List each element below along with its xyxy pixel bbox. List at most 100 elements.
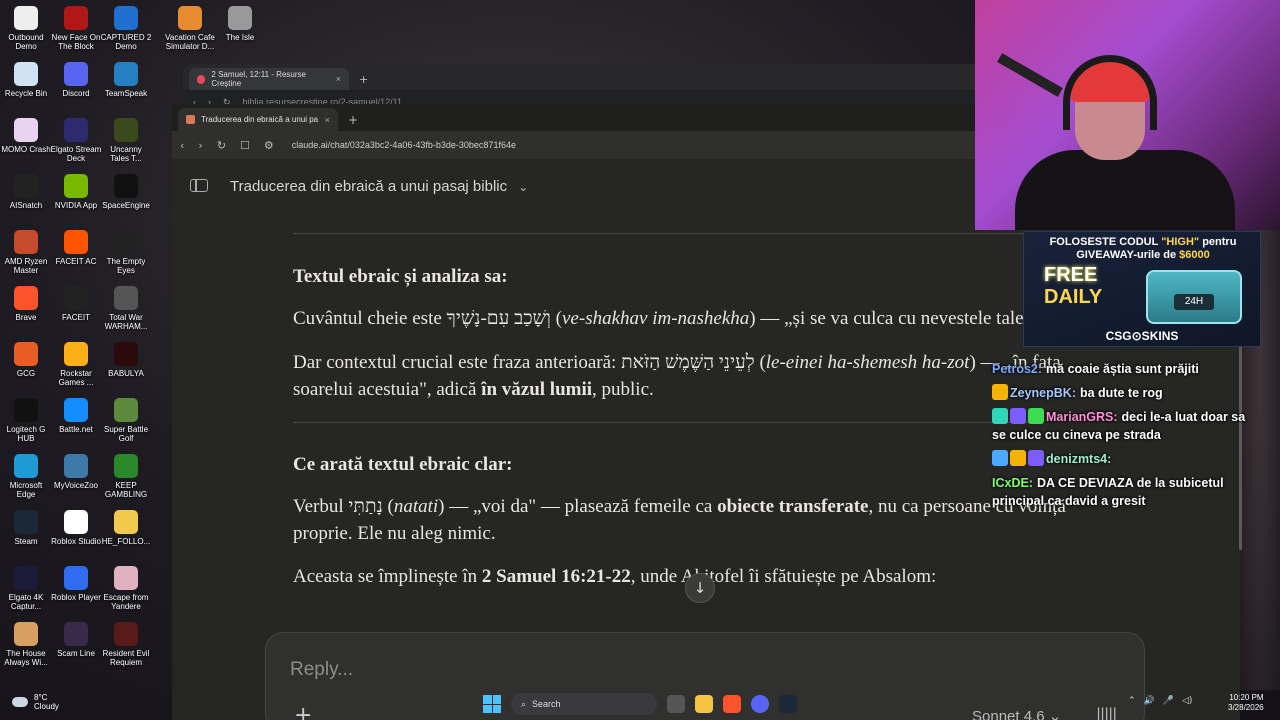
desktop-icon-label: Discord xyxy=(62,89,90,98)
bold-text: 2 Samuel 16:21-22 xyxy=(481,566,631,587)
chat-username: ZeynepBK: xyxy=(1010,386,1076,400)
desktop-icon-label: Total War WARHAM... xyxy=(104,313,148,331)
app-icon xyxy=(14,6,38,30)
desktop-icon-label: HE_FOLLO... xyxy=(101,537,151,546)
desktop-icon[interactable]: Vacation Cafe Simulator D... xyxy=(164,6,216,51)
bookmark-icon[interactable]: ☐ xyxy=(240,139,250,152)
steam-icon[interactable] xyxy=(779,695,797,713)
speaker-icon[interactable]: 🔊 xyxy=(1144,696,1155,706)
desktop-icon[interactable]: The House Always Wi... xyxy=(0,622,52,667)
desktop-icon[interactable]: HE_FOLLO... xyxy=(100,510,152,546)
desktop-icon[interactable]: SpaceEngine xyxy=(100,174,152,210)
chevron-up-icon[interactable]: ⌃ xyxy=(1128,696,1136,706)
text-run: Verbul xyxy=(293,496,349,517)
back-new-tab-icon[interactable]: + xyxy=(349,73,378,90)
tab-claude-chat[interactable]: Traducerea din ebraică a unui pa × xyxy=(178,108,338,131)
desktop-icon-label: Brave xyxy=(15,313,37,322)
brave-icon[interactable] xyxy=(723,695,741,713)
taskbar-search[interactable]: ⌕ Search xyxy=(511,693,657,715)
windows-start-icon[interactable] xyxy=(483,695,501,713)
chat-badge-icon xyxy=(1010,408,1026,424)
desktop-icon[interactable]: BABULYA xyxy=(100,342,152,378)
desktop-icon[interactable]: Super Battle Golf xyxy=(100,398,152,443)
desktop-icon-label: The House Always Wi... xyxy=(4,649,48,667)
app-icon xyxy=(14,118,38,142)
sidebar-toggle-icon[interactable] xyxy=(190,178,208,192)
desktop-icon[interactable]: Escape from Yandere xyxy=(100,566,152,611)
ad-daily: DAILY xyxy=(1044,286,1103,308)
desktop-icon[interactable]: Uncanny Tales T... xyxy=(100,118,152,163)
desktop-icon[interactable]: Elgato 4K Captur... xyxy=(0,566,52,611)
reply-input[interactable] xyxy=(290,659,890,681)
desktop-icon[interactable]: Roblox Player xyxy=(50,566,102,602)
ad-amount: $6000 xyxy=(1179,249,1210,261)
desktop-icon[interactable]: AMD Ryzen Master xyxy=(0,230,52,275)
desktop-icon-label: New Face On The Block xyxy=(51,33,101,51)
desktop-icon[interactable]: Scam Line xyxy=(50,622,102,658)
desktop-icon[interactable]: KEEP GAMBLING xyxy=(100,454,152,499)
close-tab-icon[interactable]: × xyxy=(336,74,341,84)
desktop-icon-label: GCG xyxy=(16,369,36,378)
desktop-icon-label: AISnatch xyxy=(9,201,43,210)
reload-icon[interactable]: ↻ xyxy=(217,139,226,152)
desktop-icon[interactable]: AISnatch xyxy=(0,174,52,210)
file-explorer-icon[interactable] xyxy=(695,695,713,713)
microphone-icon[interactable]: 🎤 xyxy=(1163,696,1174,706)
desktop-icon[interactable]: Roblox Studio xyxy=(50,510,102,546)
app-icon xyxy=(64,286,88,310)
conversation-title-button[interactable]: Traducerea din ebraică a unui pasaj bibl… xyxy=(230,176,528,195)
desktop-icon[interactable]: The Isle xyxy=(214,6,266,42)
desktop-icon[interactable]: Steam xyxy=(0,510,52,546)
desktop-icon[interactable]: MyVoiceZoo xyxy=(50,454,102,490)
desktop-icon-label: Elgato Stream Deck xyxy=(50,145,102,163)
desktop-icon[interactable]: New Face On The Block xyxy=(50,6,102,51)
tab-title: Traducerea din ebraică a unui pa xyxy=(201,115,319,124)
close-tab-icon[interactable]: × xyxy=(325,115,330,125)
back-arrow-icon[interactable]: ‹ xyxy=(180,139,184,152)
weather-widget[interactable]: 8°C Cloudy xyxy=(12,693,59,711)
url-field[interactable]: claude.ai/chat/032a3bc2-4a06-43fb-b3de-3… xyxy=(292,140,516,150)
transliteration: le-einei ha-shemesh ha-zot xyxy=(765,352,970,373)
desktop-icon[interactable]: Logitech G HUB xyxy=(0,398,52,443)
desktop-icon[interactable]: FACEIT AC xyxy=(50,230,102,266)
desktop-icon[interactable]: Brave xyxy=(0,286,52,322)
desktop-icon[interactable]: Elgato Stream Deck xyxy=(50,118,102,163)
site-info-icon[interactable]: ⚙ xyxy=(264,139,274,152)
desktop-icon-label: Resident Evil Requiem xyxy=(102,649,150,667)
desktop-icon[interactable]: MOMO Crash xyxy=(0,118,52,154)
discord-icon[interactable] xyxy=(751,695,769,713)
app-icon xyxy=(114,6,138,30)
task-view-icon[interactable] xyxy=(667,695,685,713)
volume-icon[interactable]: ◁) xyxy=(1182,696,1192,706)
desktop-icon[interactable]: Battle.net xyxy=(50,398,102,434)
section-heading: Textul ebraic și analiza sa: xyxy=(293,266,508,287)
temperature: 8°C xyxy=(34,693,48,702)
desktop-icon[interactable]: Resident Evil Requiem xyxy=(100,622,152,667)
desktop-icon[interactable]: Rockstar Games ... xyxy=(50,342,102,387)
paragraph-context: Dar contextul crucial este fraza anterio… xyxy=(293,349,1073,403)
app-icon xyxy=(64,342,88,366)
desktop-icon[interactable]: Total War WARHAM... xyxy=(100,286,152,331)
new-tab-icon[interactable]: + xyxy=(338,113,368,131)
desktop-icon[interactable]: Outbound Demo xyxy=(0,6,52,51)
forward-arrow-icon[interactable]: › xyxy=(198,139,202,152)
desktop-icon[interactable]: The Empty Eyes xyxy=(100,230,152,275)
clock[interactable]: 10:20 PM 3/28/2026 xyxy=(1228,693,1264,713)
taskbar-apps: ⌕ Search xyxy=(483,693,797,715)
app-icon xyxy=(114,286,138,310)
back-tab[interactable]: 2 Samuel, 12:11 - Resurse Creștine × xyxy=(189,68,349,90)
chat-text: mă coaie ăștia sunt prăjiti xyxy=(1046,362,1199,376)
desktop-icon[interactable]: NVIDIA App xyxy=(50,174,102,210)
desktop-icon[interactable]: FACEIT xyxy=(50,286,102,322)
microphone-arm xyxy=(997,53,1063,97)
streamer-body xyxy=(1015,150,1235,230)
desktop-icon[interactable]: Recycle Bin xyxy=(0,62,52,98)
desktop-icon[interactable]: TeamSpeak xyxy=(100,62,152,98)
scroll-to-bottom-button[interactable]: ↓ xyxy=(685,573,715,603)
desktop-icon-label: FACEIT xyxy=(61,313,90,322)
desktop-icon[interactable]: GCG xyxy=(0,342,52,378)
transliteration: natati xyxy=(393,496,439,517)
desktop-icon[interactable]: Microsoft Edge xyxy=(0,454,52,499)
desktop-icon[interactable]: CAPTURED 2 Demo xyxy=(100,6,152,51)
desktop-icon[interactable]: Discord xyxy=(50,62,102,98)
